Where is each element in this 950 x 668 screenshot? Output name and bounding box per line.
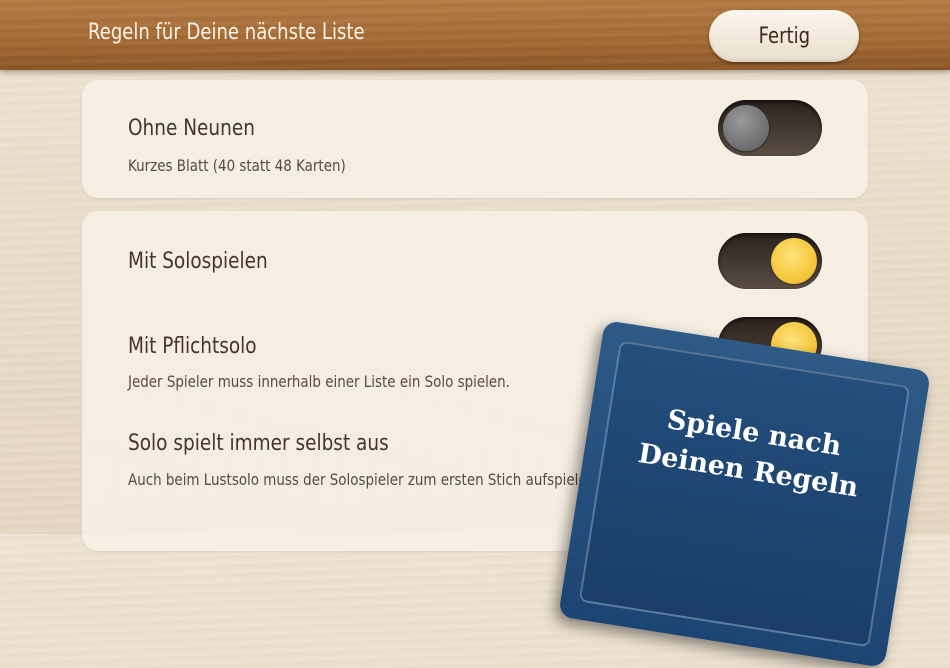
rule-title-ohne-neunen: Ohne Neunen [128, 116, 255, 141]
rule-title-solo-selbst-aus: Solo spielt immer selbst aus [128, 431, 389, 456]
toggle-mit-solospielen[interactable] [718, 233, 822, 289]
rule-title-mit-pflichtsolo: Mit Pflichtsolo [128, 334, 257, 359]
done-button-label: Fertig [758, 23, 810, 49]
header-bar: Regeln für Deine nächste Liste Fertig [0, 0, 950, 70]
promo-card-frame: Spiele nach Deinen Regeln [578, 340, 911, 648]
rule-subtitle-mit-pflichtsolo: Jeder Spieler muss innerhalb einer Liste… [128, 372, 510, 391]
rule-title-mit-solospielen: Mit Solospielen [128, 249, 268, 274]
rule-card-deck: Ohne Neunen Kurzes Blatt (40 statt 48 Ka… [82, 80, 868, 198]
toggle-knob [723, 105, 769, 151]
done-button[interactable]: Fertig [709, 10, 859, 62]
rule-subtitle-solo-selbst-aus: Auch beim Lustsolo muss der Solospieler … [128, 470, 600, 489]
promo-card: Spiele nach Deinen Regeln [558, 320, 931, 668]
page-title: Regeln für Deine nächste Liste [88, 20, 365, 45]
toggle-knob [771, 238, 817, 284]
toggle-ohne-neunen[interactable] [718, 100, 822, 156]
promo-text: Spiele nach Deinen Regeln [602, 392, 900, 512]
rule-subtitle-ohne-neunen: Kurzes Blatt (40 statt 48 Karten) [128, 156, 346, 175]
